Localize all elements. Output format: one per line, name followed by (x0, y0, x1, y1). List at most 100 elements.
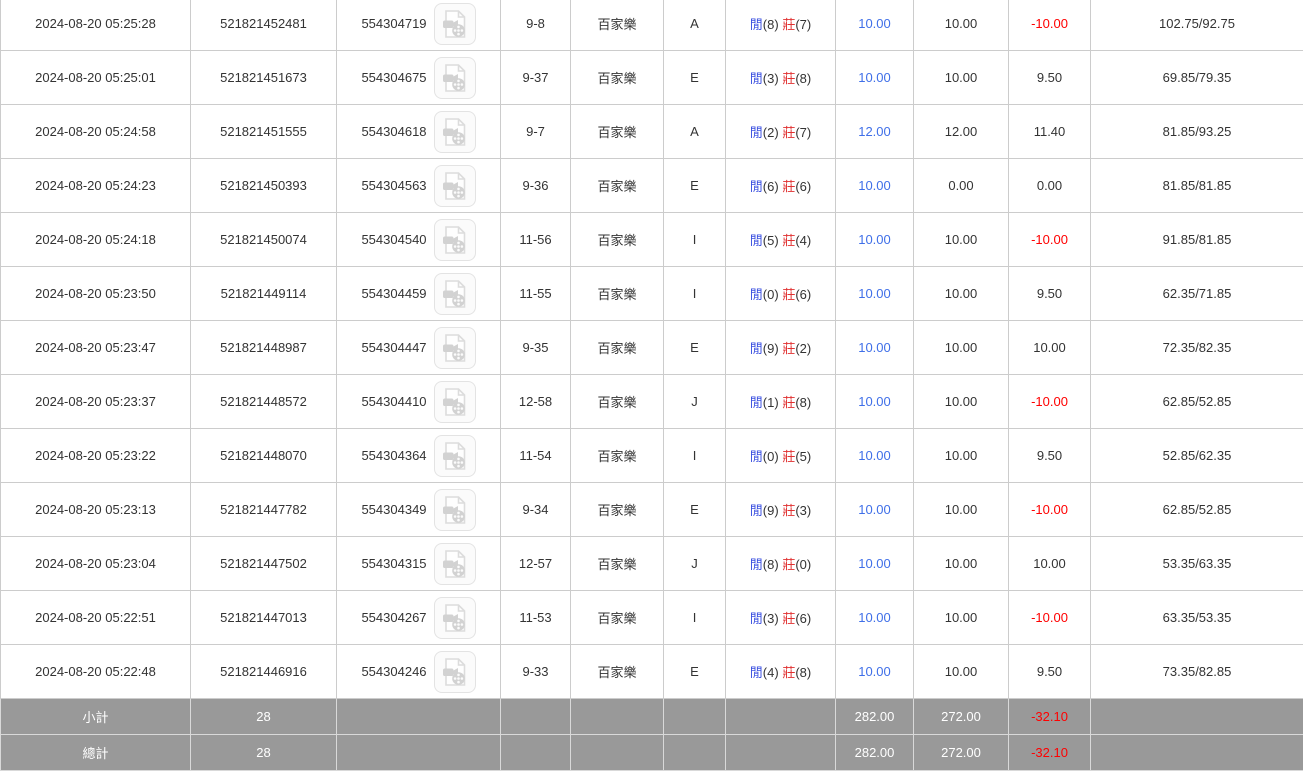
video-replay-button[interactable] (434, 327, 476, 369)
video-replay-icon (441, 333, 469, 363)
valid-amount-cell: 10.00 (914, 537, 1009, 591)
winloss-cell: 10.00 (1009, 321, 1091, 375)
table-letter-cell: I (664, 591, 726, 645)
game-type-cell: 百家樂 (571, 375, 664, 429)
game-id-cell: 554304459 (337, 267, 501, 321)
game-type-cell: 百家樂 (571, 51, 664, 105)
player-score: (3) (763, 611, 779, 626)
table-round-cell: 9-36 (501, 159, 571, 213)
winloss-cell: -10.00 (1009, 213, 1091, 267)
bet-amount-link[interactable]: 10.00 (858, 286, 891, 301)
banker-score: (2) (795, 341, 811, 356)
game-type-cell: 百家樂 (571, 213, 664, 267)
bet-amount-link[interactable]: 10.00 (858, 448, 891, 463)
player-result-label: 閒 (750, 341, 763, 356)
summary-body: 小計 28 282.00 272.00 -32.10 總計 28 (1, 699, 1303, 771)
video-replay-button[interactable] (434, 165, 476, 207)
bet-amount-cell: 10.00 (836, 429, 914, 483)
video-replay-button[interactable] (434, 57, 476, 99)
bet-amount-link[interactable]: 10.00 (858, 610, 891, 625)
table-round-cell: 11-55 (501, 267, 571, 321)
banker-score: (8) (795, 71, 811, 86)
table-round-cell: 9-33 (501, 645, 571, 699)
valid-amount-cell: 10.00 (914, 0, 1009, 51)
bet-amount-link[interactable]: 10.00 (858, 502, 891, 517)
result-cell: 閒(8) 莊(7) (726, 0, 836, 51)
bet-amount-link[interactable]: 10.00 (858, 664, 891, 679)
winloss-cell: 10.00 (1009, 537, 1091, 591)
winloss-cell: 9.50 (1009, 429, 1091, 483)
result-cell: 閒(4) 莊(8) (726, 645, 836, 699)
bet-time-cell: 2024-08-20 05:24:18 (1, 213, 191, 267)
video-replay-button[interactable] (434, 219, 476, 261)
player-result-label: 閒 (750, 557, 763, 572)
bet-id-cell: 521821450393 (191, 159, 337, 213)
bet-amount-cell: 10.00 (836, 213, 914, 267)
player-score: (9) (763, 341, 779, 356)
game-id-cell: 554304267 (337, 591, 501, 645)
game-type-cell: 百家樂 (571, 267, 664, 321)
video-replay-button[interactable] (434, 543, 476, 585)
player-result-label: 閒 (750, 665, 763, 680)
bet-id-cell: 521821447782 (191, 483, 337, 537)
player-result-label: 閒 (750, 17, 763, 32)
bet-amount-link[interactable]: 10.00 (858, 556, 891, 571)
result-cell: 閒(9) 莊(3) (726, 483, 836, 537)
player-score: (0) (763, 449, 779, 464)
video-replay-button[interactable] (434, 489, 476, 531)
table-letter-cell: A (664, 105, 726, 159)
bet-id-cell: 521821452481 (191, 0, 337, 51)
player-result-label: 閒 (750, 179, 763, 194)
video-replay-button[interactable] (434, 111, 476, 153)
bet-amount-link[interactable]: 10.00 (858, 16, 891, 31)
result-cell: 閒(0) 莊(6) (726, 267, 836, 321)
table-row: 2024-08-20 05:24:23 521821450393 5543045… (1, 159, 1303, 213)
table-round-cell: 9-34 (501, 483, 571, 537)
table-row: 2024-08-20 05:25:28 521821452481 5543047… (1, 0, 1303, 51)
bet-amount-cell: 10.00 (836, 267, 914, 321)
video-replay-button[interactable] (434, 597, 476, 639)
game-id-value: 554304410 (361, 394, 426, 409)
table-round-cell: 9-7 (501, 105, 571, 159)
game-id-value: 554304540 (361, 232, 426, 247)
bet-id-cell: 521821448987 (191, 321, 337, 375)
winloss-cell: 9.50 (1009, 267, 1091, 321)
table-row: 2024-08-20 05:24:58 521821451555 5543046… (1, 105, 1303, 159)
video-replay-icon (441, 441, 469, 471)
balance-cell: 62.35/71.85 (1091, 267, 1303, 321)
game-type-cell: 百家樂 (571, 321, 664, 375)
bet-time-cell: 2024-08-20 05:23:22 (1, 429, 191, 483)
banker-score: (6) (795, 287, 811, 302)
video-replay-icon (441, 171, 469, 201)
game-type-cell: 百家樂 (571, 429, 664, 483)
video-replay-button[interactable] (434, 273, 476, 315)
total-winloss: -32.10 (1009, 735, 1091, 771)
video-replay-button[interactable] (434, 3, 476, 45)
bet-amount-link[interactable]: 10.00 (858, 232, 891, 247)
banker-result-label: 莊 (782, 611, 795, 626)
player-score: (8) (763, 17, 779, 32)
table-round-cell: 12-57 (501, 537, 571, 591)
game-id-cell: 554304364 (337, 429, 501, 483)
bet-amount-link[interactable]: 10.00 (858, 340, 891, 355)
video-replay-button[interactable] (434, 435, 476, 477)
game-id-value: 554304315 (361, 556, 426, 571)
table-letter-cell: J (664, 537, 726, 591)
video-replay-button[interactable] (434, 651, 476, 693)
subtotal-count: 28 (191, 699, 337, 735)
bet-amount-link[interactable]: 10.00 (858, 70, 891, 85)
bet-time-cell: 2024-08-20 05:25:28 (1, 0, 191, 51)
bet-amount-link[interactable]: 10.00 (858, 394, 891, 409)
balance-cell: 102.75/92.75 (1091, 0, 1303, 51)
bet-id-cell: 521821451673 (191, 51, 337, 105)
balance-cell: 72.35/82.35 (1091, 321, 1303, 375)
bet-amount-link[interactable]: 10.00 (858, 178, 891, 193)
bet-amount-link[interactable]: 12.00 (858, 124, 891, 139)
balance-cell: 81.85/93.25 (1091, 105, 1303, 159)
video-replay-button[interactable] (434, 381, 476, 423)
video-replay-icon (441, 279, 469, 309)
valid-amount-cell: 10.00 (914, 51, 1009, 105)
subtotal-valid: 272.00 (914, 699, 1009, 735)
video-replay-icon (441, 63, 469, 93)
total-valid: 272.00 (914, 735, 1009, 771)
